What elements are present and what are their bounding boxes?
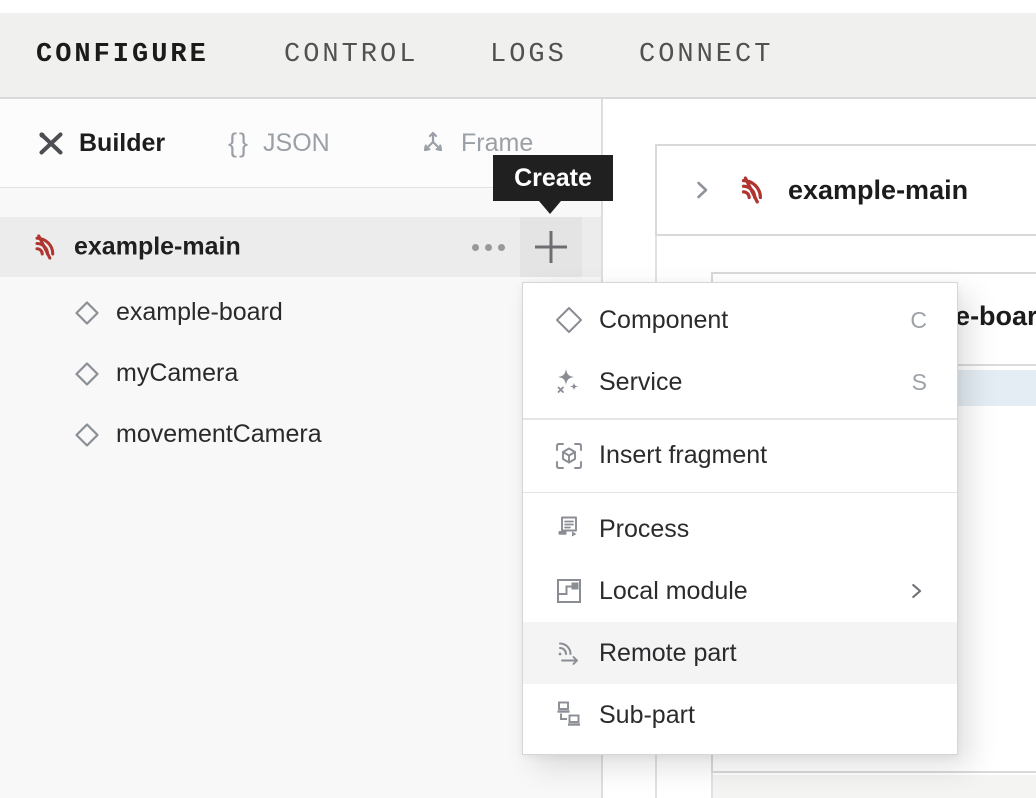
component-diamond-icon: [74, 422, 100, 448]
local-module-icon: [553, 575, 585, 607]
tab-configure[interactable]: CONFIGURE: [36, 40, 209, 70]
tree-row-example-main[interactable]: example-main: [0, 217, 601, 277]
config-sidebar: Builder {} JSON Frame: [0, 99, 601, 798]
menu-item-label: Local module: [599, 577, 748, 606]
offline-status-icon: [736, 175, 766, 205]
card-footer-strip: [713, 775, 1036, 798]
tab-connect[interactable]: CONNECT: [639, 40, 773, 70]
tools-icon: [36, 128, 66, 158]
tab-control[interactable]: CONTROL: [284, 40, 418, 70]
menu-item-insert-fragment[interactable]: Insert fragment: [523, 425, 957, 487]
menu-item-remote-part[interactable]: Remote part: [523, 622, 957, 684]
menu-item-process[interactable]: Process: [523, 498, 957, 560]
plus-icon: [533, 229, 569, 265]
menu-item-label: Remote part: [599, 639, 737, 668]
tab-frame-label: Frame: [461, 129, 533, 158]
service-sparkles-icon: [553, 366, 585, 398]
tree-item-label: example-board: [116, 298, 283, 327]
menu-item-label: Insert fragment: [599, 441, 767, 470]
top-nav: CONFIGURE CONTROL LOGS CONNECT: [0, 13, 1036, 99]
curly-braces-icon: {}: [228, 128, 250, 159]
tree-row-example-board[interactable]: example-board: [0, 282, 601, 343]
more-options-button[interactable]: [463, 217, 513, 277]
chevron-right-icon: [905, 580, 927, 602]
menu-item-sub-part[interactable]: Sub-part: [523, 684, 957, 746]
create-tooltip: Create: [493, 155, 613, 201]
tab-json-label: JSON: [263, 129, 330, 158]
tree-item-label: movementCamera: [116, 420, 322, 449]
create-tooltip-label: Create: [514, 164, 592, 193]
component-diamond-icon: [553, 304, 585, 336]
tree-row-movementcamera[interactable]: movementCamera: [0, 404, 601, 465]
component-diamond-icon: [74, 300, 100, 326]
offline-status-icon: [30, 233, 58, 261]
tree-item-label: myCamera: [116, 359, 238, 388]
process-script-icon: [553, 513, 585, 545]
chevron-right-icon[interactable]: [690, 178, 714, 202]
menu-divider: [523, 418, 957, 420]
tab-builder-label: Builder: [79, 129, 165, 158]
sub-part-icon: [553, 699, 585, 731]
tab-logs[interactable]: LOGS: [490, 40, 567, 70]
menu-item-service[interactable]: Service S: [523, 351, 957, 413]
menu-item-label: Service: [599, 368, 682, 397]
shortcut-key: C: [910, 307, 927, 334]
tab-json[interactable]: {} JSON: [228, 99, 330, 187]
remote-signal-icon: [553, 637, 585, 669]
tree-root-label: example-main: [74, 233, 241, 262]
menu-divider: [523, 492, 957, 494]
menu-item-local-module[interactable]: Local module: [523, 560, 957, 622]
shortcut-key: S: [912, 369, 927, 396]
create-button[interactable]: [520, 217, 582, 277]
fragment-cube-icon: [553, 440, 585, 472]
tab-builder[interactable]: Builder: [36, 99, 165, 187]
menu-item-label: Sub-part: [599, 701, 695, 730]
tree-row-mycamera[interactable]: myCamera: [0, 343, 601, 404]
menu-item-component[interactable]: Component C: [523, 289, 957, 351]
component-diamond-icon: [74, 361, 100, 387]
machine-card-title: example-main: [788, 175, 968, 206]
frame-axes-icon: [418, 128, 448, 158]
menu-item-label: Component: [599, 306, 728, 335]
machine-card-example-main[interactable]: example-main: [655, 144, 1036, 236]
create-menu: Component C Service S Insert fragment: [522, 282, 958, 755]
menu-item-label: Process: [599, 515, 689, 544]
tooltip-caret: [539, 201, 561, 214]
